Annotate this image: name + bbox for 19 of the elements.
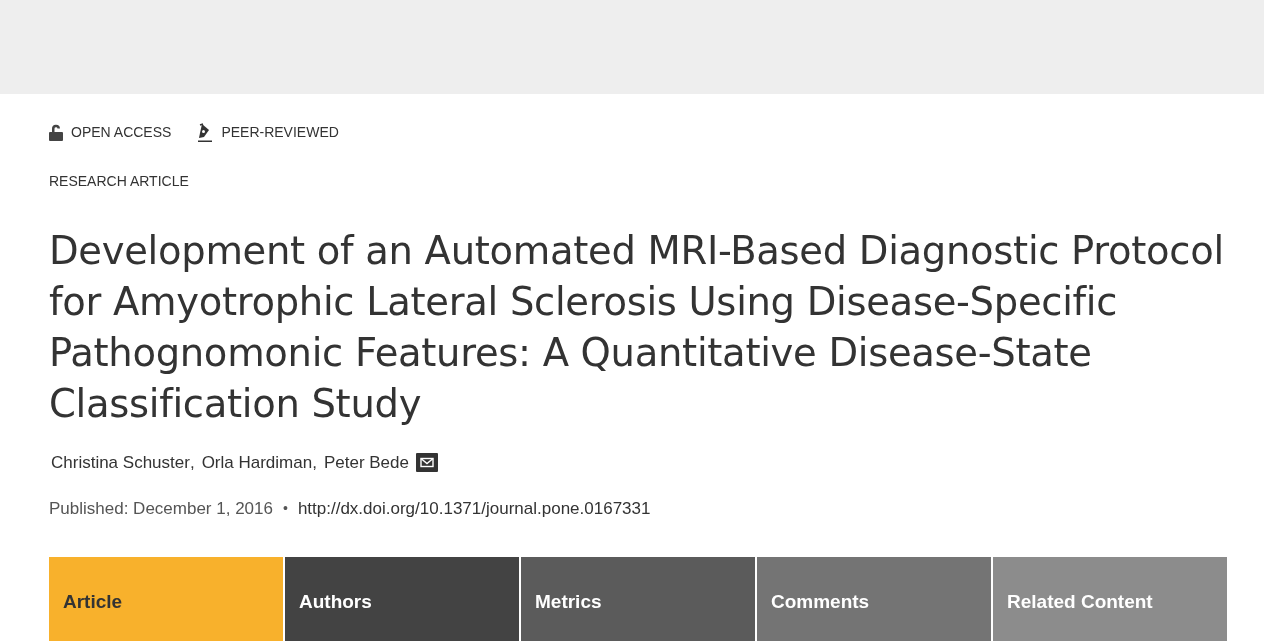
mail-icon[interactable]	[415, 453, 438, 473]
publication-date: Published: December 1, 2016	[49, 497, 273, 520]
author-separator: ,	[312, 452, 317, 474]
doi-link[interactable]: http://dx.doi.org/10.1371/journal.pone.0167331	[297, 495, 651, 521]
author-name[interactable]: Orla Hardiman	[201, 450, 313, 476]
article-type-label: RESEARCH ARTICLE	[49, 173, 189, 189]
author-separator: ,	[189, 452, 195, 474]
tab[interactable]: Comments	[757, 557, 991, 641]
pen-nib-icon	[195, 122, 214, 143]
tab[interactable]: Article	[49, 557, 283, 641]
open-lock-icon	[49, 124, 63, 141]
badge-label: PEER-REVIEWED	[221, 123, 339, 142]
badge-label: OPEN ACCESS	[71, 123, 172, 142]
author-name[interactable]: Peter Bede	[323, 450, 409, 476]
tab[interactable]: Authors	[285, 557, 519, 641]
bullet-separator: •	[283, 498, 288, 518]
author-name[interactable]: Christina Schuster	[51, 450, 190, 476]
tab[interactable]: Metrics	[521, 557, 755, 641]
article-title: Development of an Automated MRI-Based Diagnostic Protocol for Amyotrophic Lateral Sclerosis Using Disease-Specific Pathognomonic Features: A Quantitative Disease-State Classification Study	[49, 227, 1225, 428]
